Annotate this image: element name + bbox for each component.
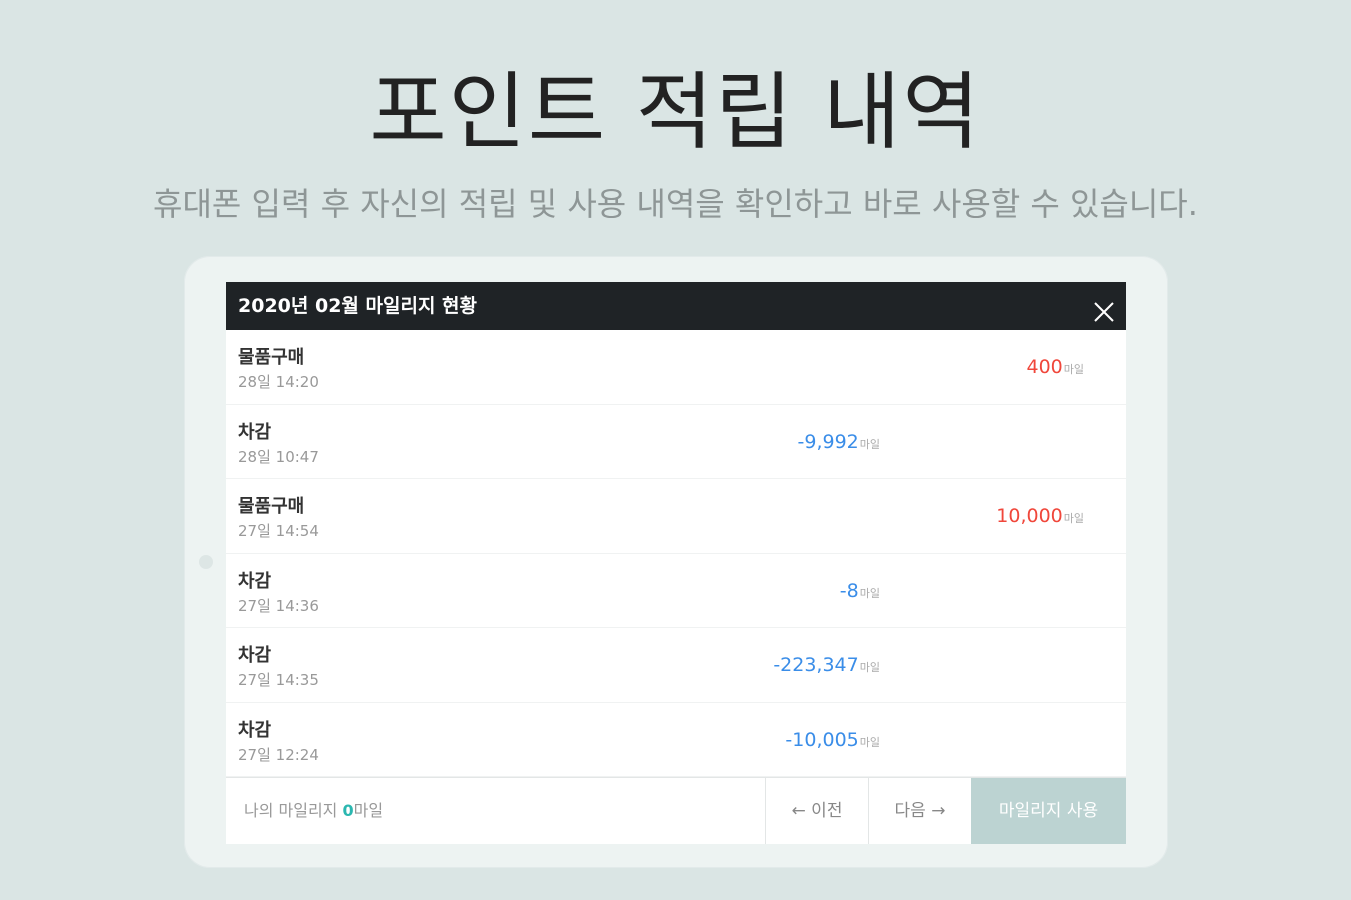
item-date: 27일 14:54 — [238, 522, 319, 540]
list-item: 차감 27일 14:35 -223,347마일 — [226, 628, 1126, 703]
list-item: 차감 28일 10:47 -9,992마일 — [226, 405, 1126, 479]
amount-unit: 마일 — [859, 437, 880, 451]
next-button[interactable]: 다음 → — [868, 778, 971, 844]
item-amount: 10,000마일 — [996, 505, 1084, 527]
page-subtitle: 휴대폰 입력 후 자신의 적립 및 사용 내역을 확인하고 바로 사용할 수 있… — [153, 185, 1198, 223]
item-label: 차감 — [238, 570, 272, 592]
item-label: 차감 — [238, 421, 272, 443]
close-icon[interactable] — [1092, 294, 1116, 322]
list-item: 물품구매 28일 14:20 400마일 — [226, 330, 1126, 405]
modal-title: 2020년 02월 마일리지 현황 — [238, 295, 478, 317]
amount-value: -10,005 — [785, 728, 859, 751]
amount-unit: 마일 — [859, 735, 880, 749]
item-label: 물품구매 — [238, 496, 305, 517]
amount-value: -8 — [839, 579, 859, 602]
item-date: 27일 12:24 — [238, 745, 319, 764]
balance-value: 0 — [342, 801, 354, 820]
mileage-modal: 2020년 02월 마일리지 현황 물품구매 28일 14:20 400마일 차… — [226, 282, 1126, 844]
item-amount: 400마일 — [1026, 356, 1084, 378]
amount-unit: 마일 — [859, 586, 880, 600]
my-mileage-balance: 나의 마일리지 0마일 — [226, 778, 765, 844]
item-date: 27일 14:35 — [238, 671, 319, 689]
balance-unit: 마일 — [353, 801, 384, 820]
balance-label: 나의 마일리지 — [244, 801, 343, 820]
amount-unit: 마일 — [1063, 363, 1084, 376]
item-date: 27일 14:36 — [238, 596, 319, 615]
item-label: 물품구매 — [238, 347, 305, 368]
amount-unit: 마일 — [1063, 512, 1084, 525]
item-amount: -10,005마일 — [785, 729, 880, 751]
modal-header: 2020년 02월 마일리지 현황 — [226, 282, 1126, 330]
amount-value: 400 — [1026, 356, 1063, 378]
item-date: 28일 10:47 — [238, 447, 319, 466]
list-item: 차감 27일 14:36 -8마일 — [226, 554, 1126, 628]
list-item: 차감 27일 12:24 -10,005마일 — [226, 703, 1126, 777]
modal-footer: 나의 마일리지 0마일 ← 이전 다음 → 마일리지 사용 — [226, 777, 1126, 844]
amount-value: 10,000 — [996, 505, 1063, 527]
item-amount: -8마일 — [840, 580, 880, 602]
amount-value: -9,992 — [797, 430, 859, 453]
item-label: 차감 — [238, 645, 272, 666]
amount-value: -223,347 — [773, 654, 859, 676]
list-item: 물품구매 27일 14:54 10,000마일 — [226, 479, 1126, 554]
item-date: 28일 14:20 — [238, 373, 319, 391]
use-mileage-button[interactable]: 마일리지 사용 — [971, 778, 1126, 844]
page-title: 포인트 적립 내역 — [369, 63, 982, 161]
mileage-list: 물품구매 28일 14:20 400마일 차감 28일 10:47 -9,992… — [226, 330, 1126, 777]
amount-unit: 마일 — [859, 661, 880, 674]
tablet-camera — [199, 555, 213, 569]
item-amount: -223,347마일 — [773, 654, 880, 676]
prev-button[interactable]: ← 이전 — [765, 778, 868, 844]
item-amount: -9,992마일 — [798, 431, 881, 453]
item-label: 차감 — [238, 719, 272, 741]
